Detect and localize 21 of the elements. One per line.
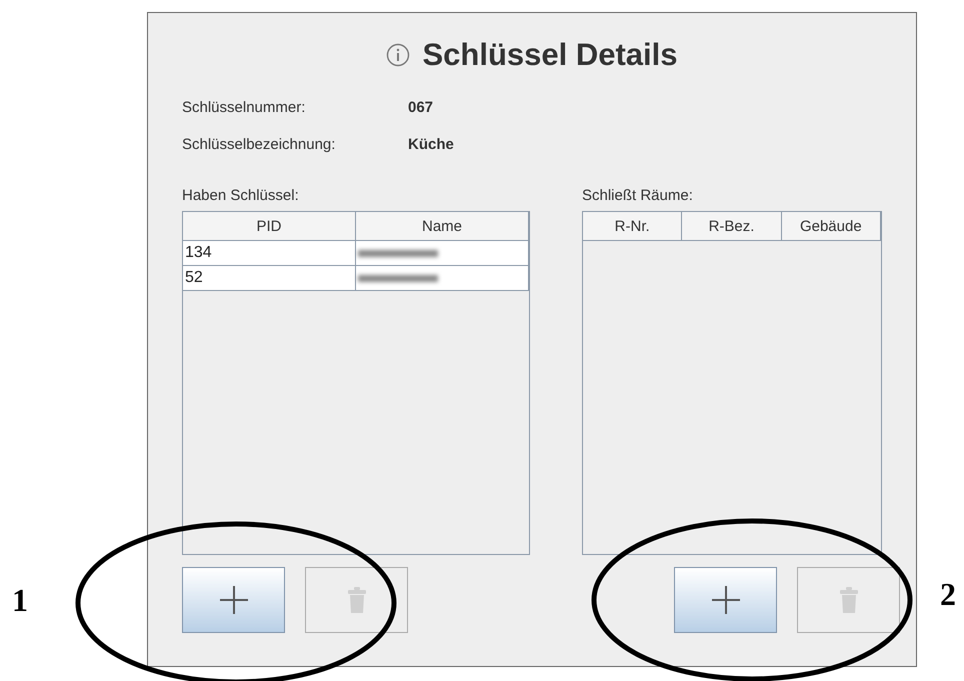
table-cell: 134: [183, 241, 356, 265]
column-header[interactable]: Gebäude: [782, 212, 881, 240]
table-cell: 52: [183, 266, 356, 290]
add-button[interactable]: [674, 567, 777, 633]
field-value: Küche: [408, 136, 454, 153]
info-icon: [386, 43, 410, 67]
column-header[interactable]: PID: [183, 212, 356, 240]
trash-icon: [346, 587, 366, 613]
section-label: Schließt Räume:: [582, 187, 694, 206]
field-label: Schlüsselbezeichnung:: [182, 136, 336, 153]
annotation-number: 1: [12, 582, 28, 619]
field-label: Schlüsselnummer:: [182, 99, 306, 116]
add-button[interactable]: [182, 567, 285, 633]
field-value: 067: [408, 99, 434, 116]
column-header[interactable]: Name: [356, 212, 529, 240]
annotation-number: 2: [940, 576, 956, 613]
column-header[interactable]: R-Bez.: [682, 212, 782, 240]
trash-icon: [838, 587, 858, 613]
column-header[interactable]: R-Nr.: [583, 212, 682, 240]
dialog-title: Schlüssel Details: [422, 37, 678, 73]
section-label: Haben Schlüssel:: [182, 187, 300, 206]
